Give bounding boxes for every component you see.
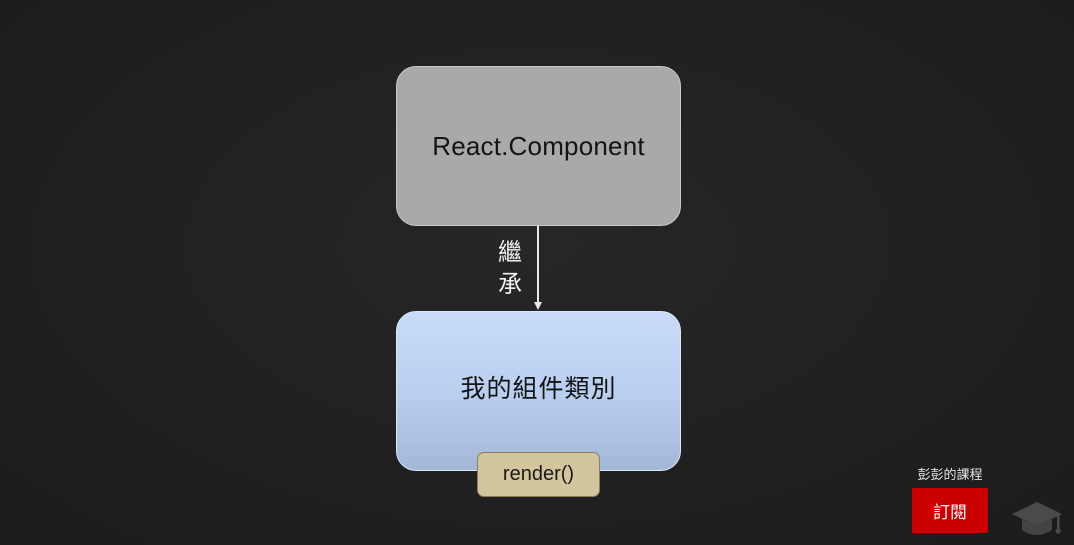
child-class-node: 我的組件類別 [396, 311, 681, 471]
child-class-label: 我的組件類別 [460, 374, 617, 403]
channel-name: 彭彭的課程 [917, 468, 983, 483]
edge-label-char: 承 [498, 270, 522, 298]
subscribe-button[interactable]: 訂閱 [912, 488, 988, 533]
parent-class-node: React.Component [396, 66, 681, 226]
render-method-tag: render() [477, 452, 600, 497]
inheritance-edge [537, 226, 539, 304]
video-frame: React.Component 繼 承 我的組件類別 render() 彭彭的課… [0, 0, 1074, 545]
inheritance-edge-label: 繼 承 [492, 236, 528, 300]
render-method-label: render() [502, 463, 575, 485]
parent-class-label: React.Component [432, 130, 645, 161]
edge-label-char: 繼 [498, 238, 522, 266]
arrow-head-icon [534, 302, 542, 310]
graduation-cap-icon[interactable] [1010, 498, 1064, 542]
